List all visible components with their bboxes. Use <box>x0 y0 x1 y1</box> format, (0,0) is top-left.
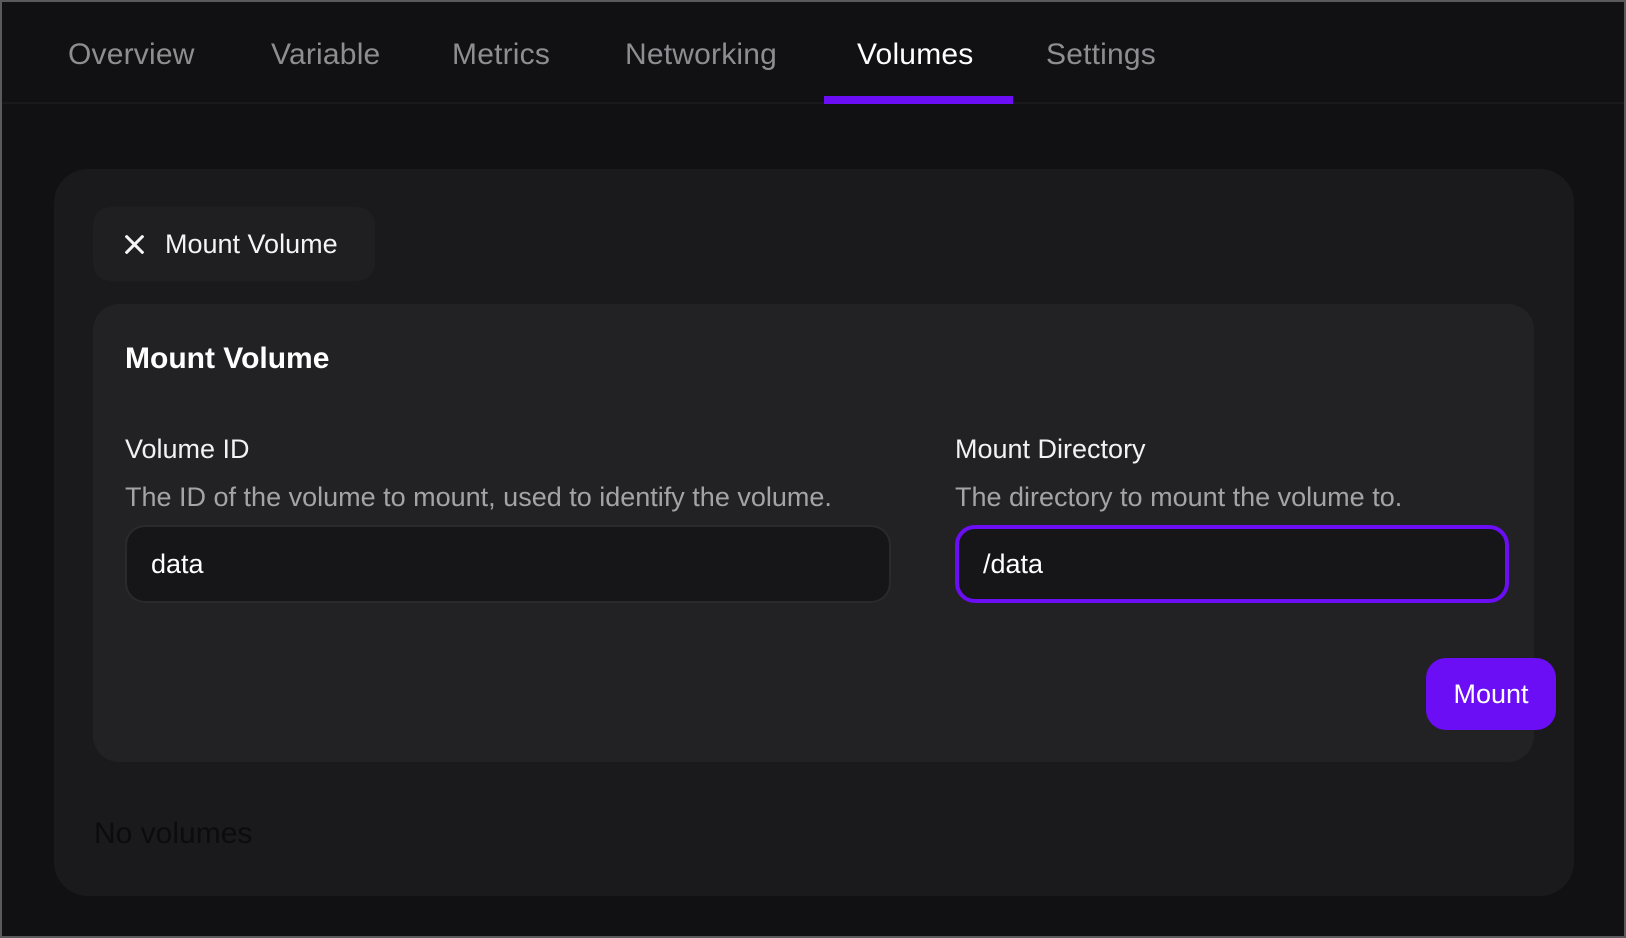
active-tab-indicator <box>824 96 1013 104</box>
volumes-panel: Mount Volume Mount Volume Volume ID The … <box>54 169 1574 896</box>
close-mount-volume-button[interactable]: Mount Volume <box>93 207 375 281</box>
tab-volumes[interactable]: Volumes <box>857 38 973 72</box>
mount-button[interactable]: Mount <box>1426 658 1556 730</box>
volume-id-input[interactable]: data <box>125 525 891 603</box>
form-title: Mount Volume <box>125 342 330 375</box>
mount-volume-form: Mount Volume Volume ID The ID of the vol… <box>93 304 1556 762</box>
tab-variable[interactable]: Variable <box>271 38 380 72</box>
empty-state-text: No volumes <box>94 817 253 850</box>
volume-id-field: Volume ID The ID of the volume to mount,… <box>125 434 891 603</box>
tab-overview[interactable]: Overview <box>68 38 195 72</box>
mount-directory-label: Mount Directory <box>955 434 1146 464</box>
close-icon <box>123 233 145 255</box>
tab-settings[interactable]: Settings <box>1046 38 1156 72</box>
volume-id-description: The ID of the volume to mount, used to i… <box>125 482 832 512</box>
tab-bar: Overview Variable Metrics Networking Vol… <box>2 2 1624 104</box>
app-window: Overview Variable Metrics Networking Vol… <box>2 2 1624 936</box>
volume-id-label: Volume ID <box>125 434 250 464</box>
tab-metrics[interactable]: Metrics <box>452 38 550 72</box>
close-mount-volume-label: Mount Volume <box>165 228 338 259</box>
mount-directory-description: The directory to mount the volume to. <box>955 482 1403 512</box>
tab-networking[interactable]: Networking <box>625 38 777 72</box>
mount-directory-field: Mount Directory The directory to mount t… <box>955 434 1509 603</box>
mount-directory-input[interactable]: /data <box>955 525 1509 603</box>
